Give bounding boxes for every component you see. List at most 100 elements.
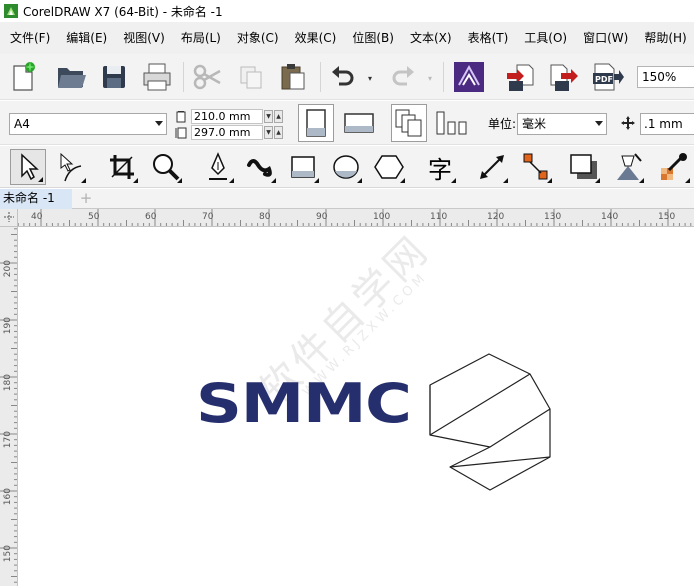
nudge-distance-input[interactable]: .1 mm — [640, 113, 694, 135]
property-bar: A4 210.0 mm ▼ ▲ 297.0 mm ▼ ▲ 单位: 毫米 .1 m… — [0, 101, 694, 145]
shape-tool-icon[interactable] — [52, 149, 88, 185]
vertical-ruler[interactable]: 200 190 180 170 160 150 — [0, 227, 18, 586]
ruler-label: 100 — [373, 212, 390, 222]
ruler-label: 50 — [88, 212, 100, 222]
unit-select[interactable]: 毫米 — [517, 113, 607, 135]
artistic-media-icon[interactable] — [242, 149, 278, 185]
all-pages-icon — [395, 109, 422, 137]
transparency-tool-icon[interactable] — [610, 149, 646, 185]
new-document-icon[interactable] — [6, 60, 40, 94]
width-spin-down[interactable]: ▼ — [264, 110, 273, 123]
zoom-tool-icon[interactable] — [148, 149, 184, 185]
width-spin-up[interactable]: ▲ — [274, 110, 283, 123]
nudge-distance-icon — [620, 115, 636, 131]
all-pages-button[interactable] — [391, 104, 427, 142]
menu-layout[interactable]: 布局(L) — [173, 26, 229, 50]
page-height-row: 297.0 mm ▼ ▲ — [175, 125, 283, 140]
export-icon[interactable] — [546, 60, 580, 94]
ruler-label: 200 — [3, 260, 13, 277]
window-title: CorelDRAW X7 (64-Bit) - 未命名 -1 — [23, 4, 223, 19]
ruler-label: 80 — [259, 212, 271, 222]
horizontal-ruler[interactable]: 40 50 60 70 80 90 100 110 120 130 140 150 — [18, 209, 694, 227]
document-tab-bar: 未命名 -1 + — [0, 189, 694, 209]
ruler-label: 130 — [544, 212, 561, 222]
page-size-select[interactable]: A4 — [9, 113, 167, 135]
menu-help[interactable]: 帮助(H) — [636, 26, 694, 50]
connector-tool-icon[interactable] — [518, 149, 554, 185]
ruler-label: 90 — [316, 212, 328, 222]
chevron-down-icon — [155, 121, 163, 126]
ruler-label: 190 — [3, 317, 13, 334]
svg-text:PDF: PDF — [595, 75, 613, 84]
ruler-label: 60 — [145, 212, 157, 222]
open-folder-icon[interactable] — [54, 60, 88, 94]
page-width-icon — [175, 110, 187, 123]
print-icon[interactable] — [140, 60, 174, 94]
ruler-label: 110 — [430, 212, 447, 222]
menu-window[interactable]: 窗口(W) — [575, 26, 636, 50]
paste-icon[interactable] — [276, 60, 310, 94]
menu-view[interactable]: 视图(V) — [115, 26, 173, 50]
ruler-label: 70 — [202, 212, 214, 222]
current-page-button[interactable] — [434, 104, 470, 142]
menu-bitmaps[interactable]: 位图(B) — [344, 26, 402, 50]
pen-tool-icon[interactable] — [200, 149, 236, 185]
redo-dropdown-icon[interactable]: ▾ — [426, 74, 434, 83]
ruler-label: 140 — [601, 212, 618, 222]
ruler-label: 170 — [3, 431, 13, 448]
toolbox: 字 — [0, 146, 694, 188]
polygon-tool-icon[interactable] — [371, 149, 407, 185]
ellipse-tool-icon[interactable] — [328, 149, 364, 185]
cut-icon[interactable] — [190, 60, 224, 94]
zoom-level-field[interactable]: 150% — [637, 66, 694, 88]
portrait-button[interactable] — [298, 104, 334, 142]
ruler-label: 150 — [3, 545, 13, 562]
crop-tool-icon[interactable] — [104, 149, 140, 185]
redo-icon[interactable] — [386, 60, 420, 94]
height-spin-down[interactable]: ▼ — [264, 126, 273, 139]
copy-icon[interactable] — [234, 60, 268, 94]
landscape-button[interactable] — [341, 104, 377, 142]
menu-file[interactable]: 文件(F) — [2, 26, 58, 50]
unit-value: 毫米 — [522, 117, 547, 131]
dimension-tool-icon[interactable] — [474, 149, 510, 185]
title-bar: CorelDRAW X7 (64-Bit) - 未命名 -1 — [0, 0, 694, 22]
ruler-label: 120 — [487, 212, 504, 222]
export-pdf-icon[interactable]: PDF — [590, 60, 624, 94]
unit-label: 单位: — [488, 117, 517, 131]
drawing-canvas[interactable]: 软件自学网 WWW.RJZXW.COM SMMC — [18, 227, 694, 586]
drop-shadow-icon[interactable] — [566, 149, 602, 185]
ruler-label: 180 — [3, 374, 13, 391]
text-tool-glyph: 字 — [428, 155, 452, 184]
page-height-input[interactable]: 297.0 mm — [191, 125, 263, 140]
ruler-origin[interactable] — [0, 209, 18, 227]
eyedropper-tool-icon[interactable] — [656, 149, 692, 185]
height-spin-up[interactable]: ▲ — [274, 126, 283, 139]
undo-dropdown-icon[interactable]: ▾ — [366, 74, 374, 83]
document-tab[interactable]: 未命名 -1 — [0, 189, 72, 209]
menu-edit[interactable]: 编辑(E) — [58, 26, 115, 50]
ruler-label: 160 — [3, 488, 13, 505]
menu-tools[interactable]: 工具(O) — [516, 26, 575, 50]
current-page-icon — [436, 111, 467, 135]
zigzag-shape[interactable] — [18, 227, 694, 586]
page-width-input[interactable]: 210.0 mm — [191, 109, 263, 124]
landscape-icon — [344, 113, 374, 133]
text-tool-icon[interactable]: 字 — [422, 149, 458, 185]
menu-table[interactable]: 表格(T) — [460, 26, 517, 50]
coreldraw-app-icon — [4, 4, 18, 18]
import-icon[interactable] — [504, 60, 538, 94]
corel-connect-icon[interactable] — [452, 60, 486, 94]
menu-object[interactable]: 对象(C) — [229, 26, 287, 50]
vertical-ruler-ticks: 200 190 180 170 160 150 — [0, 228, 17, 583]
horizontal-ruler-ticks: 40 50 60 70 80 90 100 110 120 130 140 150 — [18, 209, 692, 226]
save-icon[interactable] — [97, 60, 131, 94]
add-tab-button[interactable]: + — [74, 189, 98, 209]
ruler-label: 40 — [31, 212, 43, 222]
undo-icon[interactable] — [326, 60, 360, 94]
menu-text[interactable]: 文本(X) — [402, 26, 460, 50]
menu-effects[interactable]: 效果(C) — [287, 26, 345, 50]
rectangle-tool-icon[interactable] — [285, 149, 321, 185]
page-height-icon — [175, 126, 187, 139]
pick-tool-icon[interactable] — [10, 149, 46, 185]
